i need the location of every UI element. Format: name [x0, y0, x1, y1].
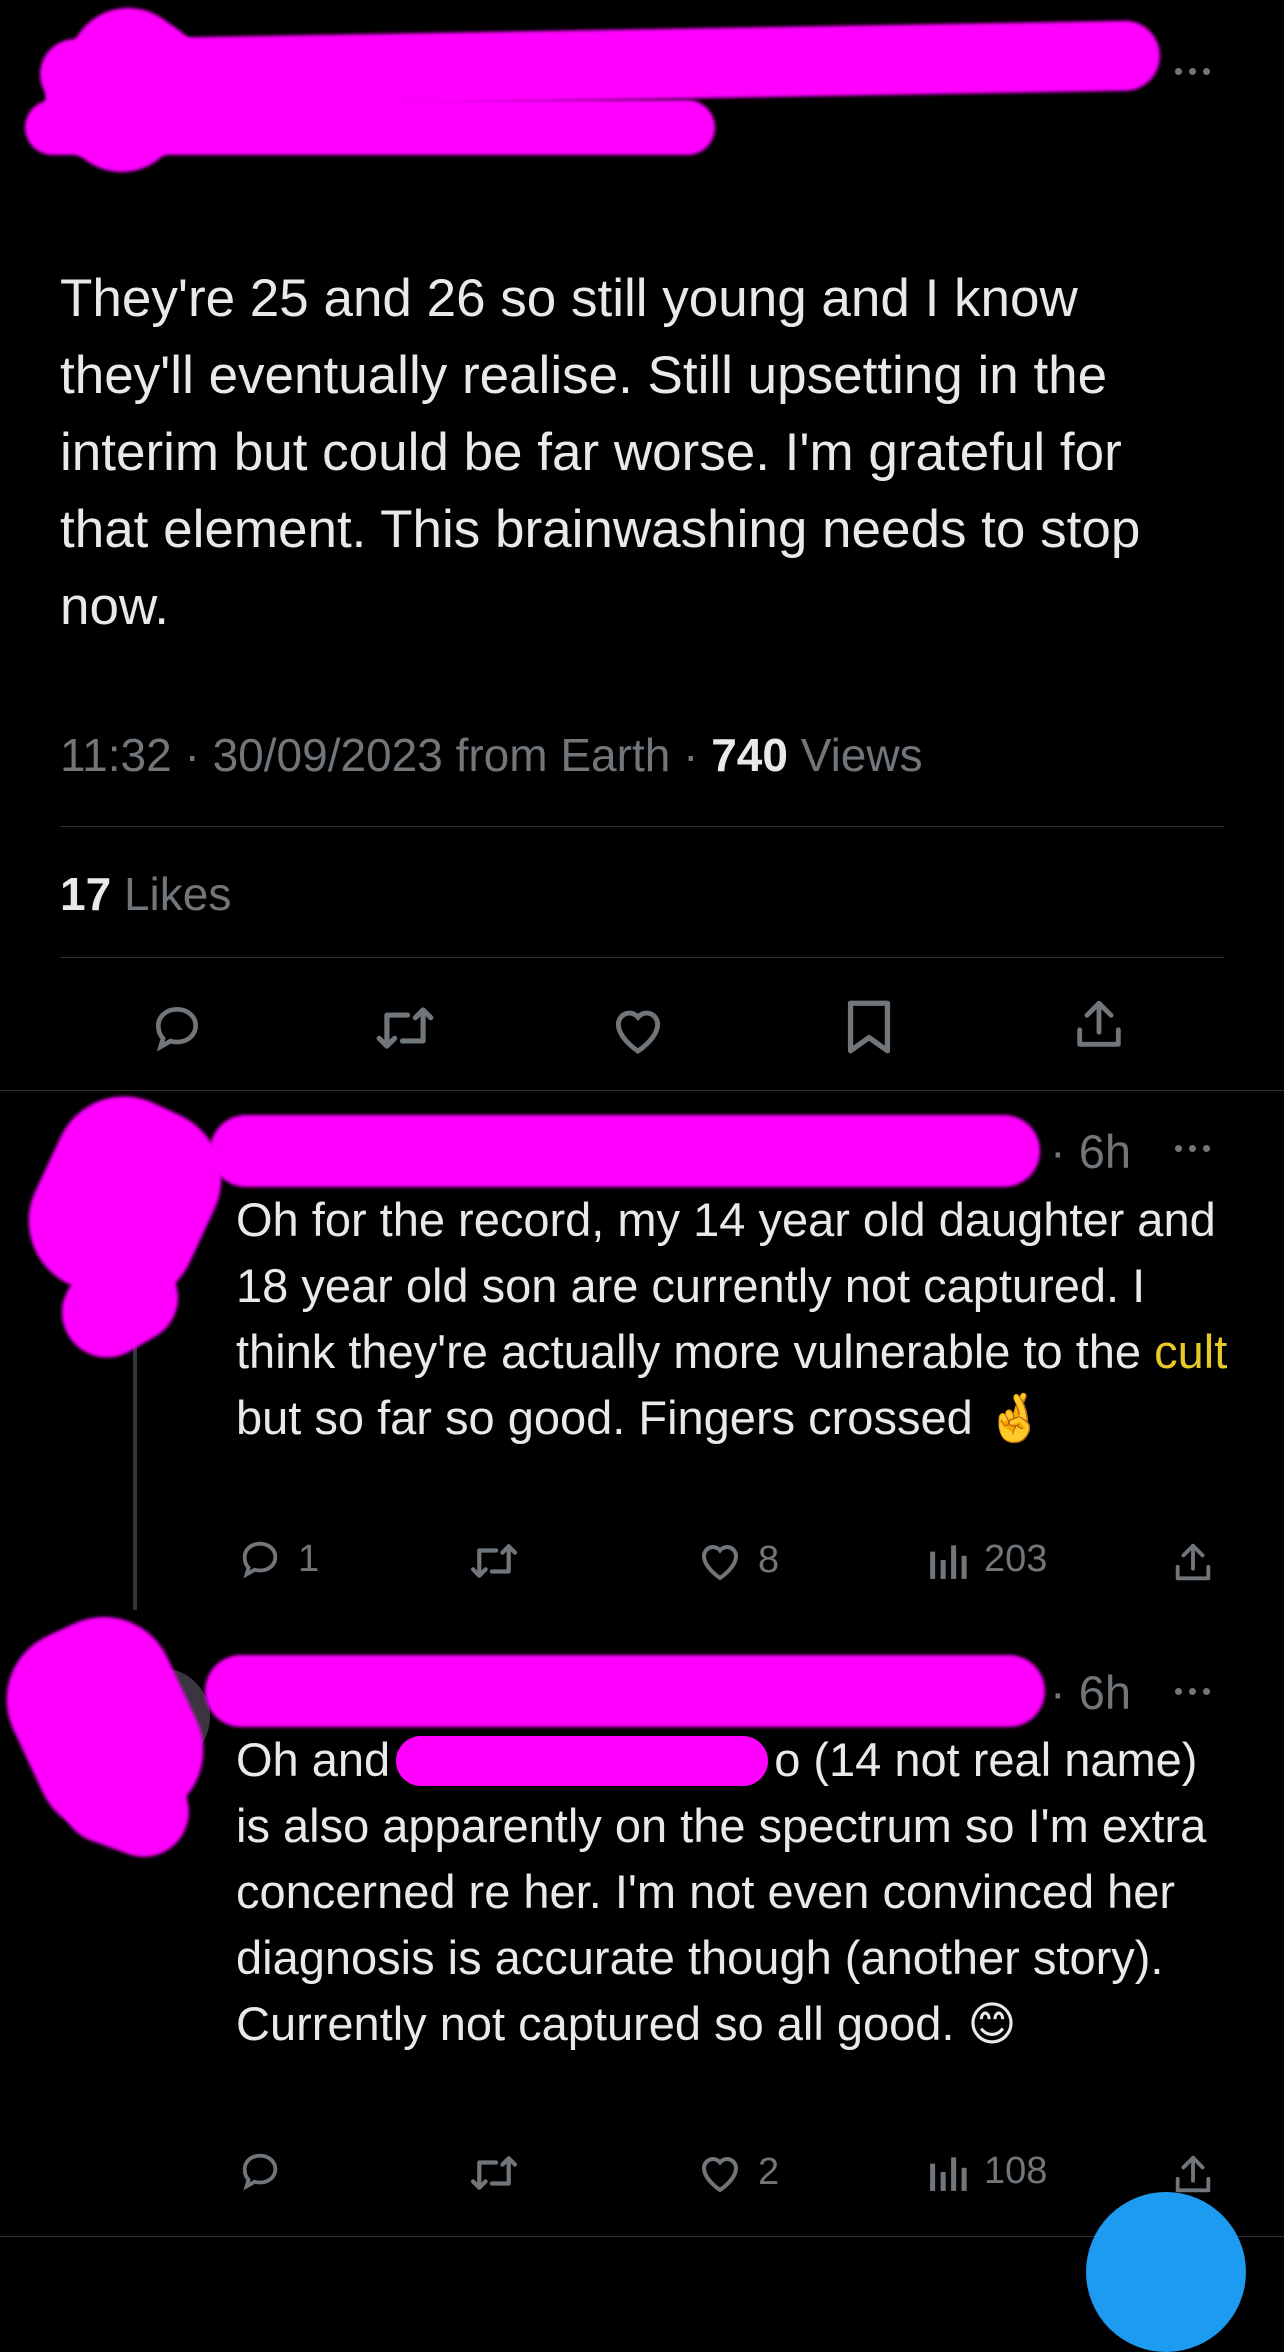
redaction-mark — [205, 1655, 1045, 1727]
more-icon-dot — [1189, 1688, 1196, 1695]
reply-text: Oh for the record, my 14 year old daught… — [236, 1187, 1236, 1451]
redaction-mark — [21, 0, 229, 196]
bookmark-button[interactable] — [844, 998, 894, 1056]
share-icon — [1175, 1543, 1211, 1581]
share-button[interactable] — [1170, 1540, 1216, 1586]
more-options-button[interactable] — [1175, 1145, 1210, 1152]
heart-icon — [615, 1010, 661, 1055]
more-icon-dot — [1203, 1688, 1210, 1695]
retweet-icon — [470, 1544, 518, 1578]
more-options-button[interactable] — [1175, 1688, 1210, 1695]
retweet-button[interactable] — [374, 1002, 436, 1054]
likes-summary[interactable]: 17 Likes — [60, 867, 231, 921]
reply-icon — [242, 2153, 278, 2191]
like-count: 8 — [758, 1538, 780, 1581]
more-icon-dot — [1189, 68, 1196, 75]
reply-button[interactable] — [236, 2148, 298, 2194]
share-button[interactable] — [1070, 996, 1128, 1054]
compose-button[interactable] — [1086, 2192, 1246, 2352]
views-count: 740 — [711, 729, 788, 781]
like-button[interactable]: 2 — [696, 2150, 779, 2194]
like-button[interactable] — [608, 1002, 668, 1056]
crossed-fingers-emoji: 🤞 — [985, 1391, 1045, 1444]
divider — [60, 957, 1224, 958]
tweet-text: They're 25 and 26 so still young and I k… — [60, 269, 1141, 636]
divider — [0, 2236, 1284, 2237]
views-icon — [930, 2156, 967, 2191]
divider — [60, 826, 1224, 827]
like-button[interactable]: 8 — [696, 1538, 779, 1582]
views-button[interactable]: 203 — [928, 1538, 1047, 1581]
heart-icon — [701, 2157, 739, 2193]
reply-icon — [242, 1541, 278, 1579]
retweet-button[interactable] — [468, 2152, 534, 2194]
smiling-emoji: 😊 — [967, 1997, 1017, 2050]
likes-label: Likes — [111, 868, 232, 920]
more-icon — [1175, 1688, 1182, 1695]
likes-count: 17 — [60, 868, 112, 920]
reply-text-part: o (14 not real — [774, 1733, 1052, 1786]
reply-timestamp[interactable]: · 6h — [1050, 1665, 1131, 1720]
reply-icon — [155, 1006, 199, 1052]
more-icon-dot — [1203, 68, 1210, 75]
reply-text-part: but so far so good. Fingers crossed — [236, 1391, 986, 1444]
share-icon — [1077, 1000, 1121, 1047]
share-icon — [1175, 2155, 1211, 2193]
share-button[interactable] — [1170, 2152, 1216, 2198]
more-icon-dot — [1189, 1145, 1196, 1152]
views-button[interactable]: 108 — [928, 2150, 1047, 2193]
reply-count: 1 — [298, 1537, 320, 1580]
redaction-mark — [210, 1115, 1040, 1187]
tweet-timestamp[interactable]: 11:32 · 30/09/2023 from Earth · — [60, 729, 711, 781]
reply-button[interactable]: 1 — [236, 1536, 319, 1582]
retweet-icon — [470, 2156, 518, 2190]
bookmark-icon — [847, 1000, 891, 1054]
retweet-icon — [376, 1007, 434, 1049]
more-icon — [1175, 1145, 1182, 1152]
reply-text-part: Oh and — [236, 1733, 391, 1786]
tweet-meta: 11:32 · 30/09/2023 from Earth · 740 View… — [60, 728, 923, 782]
divider — [0, 1090, 1284, 1091]
redacted-name — [396, 1736, 769, 1786]
reply-timestamp[interactable]: · 6h — [1050, 1124, 1131, 1179]
view-count: 203 — [984, 1538, 1048, 1580]
more-options-button[interactable] — [1175, 68, 1210, 75]
like-count: 2 — [758, 2150, 780, 2193]
retweet-button[interactable] — [468, 1540, 534, 1582]
heart-icon — [701, 1545, 739, 1581]
views-icon — [930, 1544, 967, 1579]
more-icon — [1175, 68, 1182, 75]
view-count: 108 — [984, 2150, 1048, 2192]
reply-text-part: Oh for the record, my 14 year old daught… — [236, 1193, 1216, 1378]
reply-text: Oh and o (14 not real name) is also appar… — [236, 1727, 1236, 2057]
reply-button[interactable] — [148, 1000, 206, 1056]
highlighted-word[interactable]: cult — [1154, 1325, 1227, 1378]
redaction-mark — [39, 20, 1161, 110]
more-icon-dot — [1203, 1145, 1210, 1152]
views-label: Views — [787, 729, 923, 781]
